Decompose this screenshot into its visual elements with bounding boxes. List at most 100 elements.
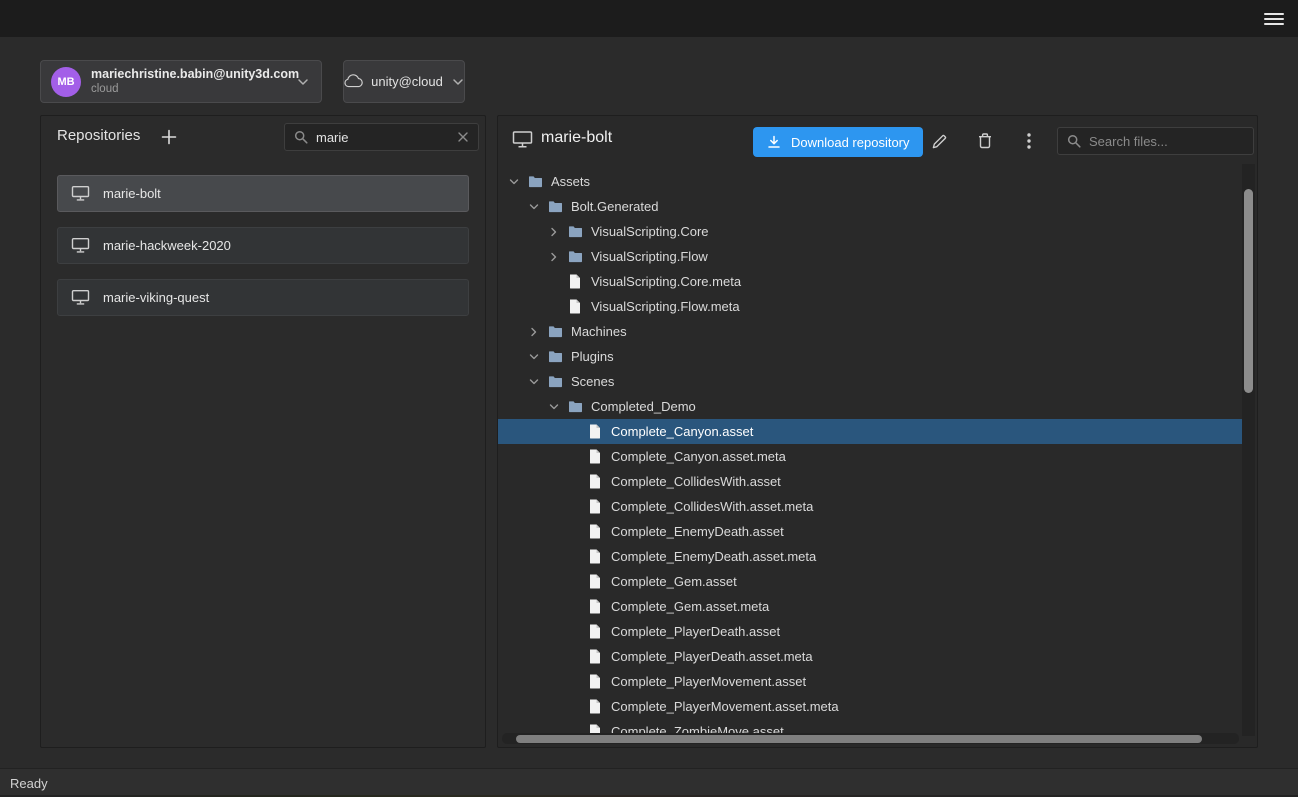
- tree-row[interactable]: Complete_CollidesWith.asset.meta: [498, 494, 1243, 519]
- tree-item-label: Plugins: [571, 349, 614, 364]
- download-icon: [766, 134, 782, 150]
- folder-icon: [527, 175, 543, 188]
- file-icon: [587, 549, 603, 564]
- horizontal-scrollbar-track[interactable]: [502, 733, 1239, 744]
- account-selector[interactable]: MB mariechristine.babin@unity3d.com clou…: [40, 60, 322, 103]
- tree-row[interactable]: Complete_EnemyDeath.asset: [498, 519, 1243, 544]
- file-tree: Assets Bolt.Generated VisualScripting.Core…: [498, 164, 1243, 736]
- tree-row[interactable]: Bolt.Generated: [498, 194, 1243, 219]
- monitor-icon: [71, 289, 90, 306]
- chevron-down-icon[interactable]: [527, 349, 547, 365]
- tree-row[interactable]: Complete_PlayerDeath.asset: [498, 619, 1243, 644]
- tree-item-label: VisualScripting.Flow.meta: [591, 299, 740, 314]
- chevron-spacer: [567, 549, 587, 565]
- tree-item-label: Complete_CollidesWith.asset: [611, 474, 781, 489]
- folder-icon: [547, 200, 563, 213]
- organization-name: unity@cloud: [371, 74, 443, 89]
- tree-row[interactable]: Complete_EnemyDeath.asset.meta: [498, 544, 1243, 569]
- file-icon: [587, 699, 603, 714]
- sidebar-item-marie-bolt[interactable]: marie-bolt: [57, 175, 469, 212]
- tree-item-label: Complete_Gem.asset: [611, 574, 737, 589]
- add-repository-button[interactable]: [155, 123, 183, 151]
- tree-row[interactable]: Complete_PlayerMovement.asset: [498, 669, 1243, 694]
- tree-row[interactable]: Machines: [498, 319, 1243, 344]
- tree-item-label: Machines: [571, 324, 627, 339]
- download-repository-button[interactable]: Download repository: [753, 127, 923, 157]
- status-bar: Ready: [0, 768, 1298, 797]
- chevron-spacer: [567, 699, 587, 715]
- repository-list: marie-bolt marie-hackweek-2020 marie-vikin…: [41, 175, 485, 316]
- tree-row[interactable]: Completed_Demo: [498, 394, 1243, 419]
- file-icon: [567, 299, 583, 314]
- tree-row[interactable]: Plugins: [498, 344, 1243, 369]
- hamburger-icon[interactable]: [1259, 8, 1289, 30]
- organization-selector[interactable]: unity@cloud: [343, 60, 465, 103]
- tree-row[interactable]: Complete_Canyon.asset.meta: [498, 444, 1243, 469]
- chevron-right-icon[interactable]: [527, 324, 547, 340]
- sidebar-item-marie-hackweek-2020[interactable]: marie-hackweek-2020: [57, 227, 469, 264]
- chevron-spacer: [567, 674, 587, 690]
- tree-item-label: VisualScripting.Core.meta: [591, 274, 741, 289]
- folder-icon: [567, 250, 583, 263]
- repositories-panel: Repositories marie-boltmarie-hackweek-20…: [40, 115, 486, 748]
- tree-row[interactable]: VisualScripting.Flow.meta: [498, 294, 1243, 319]
- tree-row[interactable]: Complete_Gem.asset: [498, 569, 1243, 594]
- tree-row[interactable]: Complete_CollidesWith.asset: [498, 469, 1243, 494]
- tree-row[interactable]: Complete_Gem.asset.meta: [498, 594, 1243, 619]
- delete-repository-button[interactable]: [972, 128, 998, 154]
- more-options-button[interactable]: [1016, 128, 1042, 154]
- chevron-spacer: [567, 424, 587, 440]
- file-icon: [587, 424, 603, 439]
- chevron-spacer: [547, 274, 567, 290]
- tree-item-label: Complete_EnemyDeath.asset.meta: [611, 549, 816, 564]
- tree-row[interactable]: VisualScripting.Core: [498, 219, 1243, 244]
- tree-row[interactable]: Complete_Canyon.asset: [498, 419, 1243, 444]
- file-icon: [587, 499, 603, 514]
- vertical-scrollbar-track[interactable]: [1242, 164, 1255, 736]
- chevron-spacer: [567, 474, 587, 490]
- chevron-down-icon[interactable]: [507, 174, 527, 190]
- avatar: MB: [51, 67, 81, 97]
- tree-item-label: Complete_Canyon.asset: [611, 424, 753, 439]
- tree-row[interactable]: Complete_PlayerDeath.asset.meta: [498, 644, 1243, 669]
- horizontal-scrollbar-thumb[interactable]: [516, 735, 1202, 743]
- monitor-icon: [71, 185, 90, 202]
- folder-icon: [567, 400, 583, 413]
- tree-item-label: Complete_PlayerDeath.asset: [611, 624, 780, 639]
- top-bar: [0, 0, 1298, 37]
- tree-item-label: Assets: [551, 174, 590, 189]
- file-search-input[interactable]: [1089, 134, 1245, 149]
- download-label: Download repository: [791, 135, 910, 150]
- tree-item-label: Scenes: [571, 374, 614, 389]
- file-icon: [587, 624, 603, 639]
- tree-row[interactable]: VisualScripting.Core.meta: [498, 269, 1243, 294]
- chevron-down-icon: [295, 74, 311, 90]
- edit-pencil-icon: [930, 132, 949, 151]
- tree-row[interactable]: Assets: [498, 169, 1243, 194]
- tree-row[interactable]: VisualScripting.Flow: [498, 244, 1243, 269]
- tree-item-label: Complete_PlayerDeath.asset.meta: [611, 649, 813, 664]
- file-icon: [587, 524, 603, 539]
- chevron-right-icon[interactable]: [547, 249, 567, 265]
- tree-item-label: Completed_Demo: [591, 399, 696, 414]
- tree-item-label: VisualScripting.Core: [591, 224, 709, 239]
- sidebar-item-marie-viking-quest[interactable]: marie-viking-quest: [57, 279, 469, 316]
- repository-detail-panel: marie-bolt Download repository: [497, 115, 1258, 748]
- chevron-down-icon[interactable]: [527, 199, 547, 215]
- status-text: Ready: [10, 776, 48, 791]
- repository-search-input[interactable]: [316, 130, 449, 145]
- vertical-scrollbar-thumb[interactable]: [1244, 189, 1253, 393]
- chevron-right-icon[interactable]: [547, 224, 567, 240]
- chevron-down-icon[interactable]: [527, 374, 547, 390]
- file-icon: [567, 274, 583, 289]
- file-icon: [587, 474, 603, 489]
- chevron-down-icon[interactable]: [547, 399, 567, 415]
- repository-header: marie-bolt Download repository: [498, 116, 1257, 164]
- tree-row[interactable]: Scenes: [498, 369, 1243, 394]
- edit-repository-button[interactable]: [926, 128, 952, 154]
- file-search-box: [1057, 127, 1254, 155]
- tree-row[interactable]: Complete_PlayerMovement.asset.meta: [498, 694, 1243, 719]
- file-icon: [587, 674, 603, 689]
- kebab-menu-icon: [1021, 131, 1037, 151]
- close-icon[interactable]: [456, 130, 470, 144]
